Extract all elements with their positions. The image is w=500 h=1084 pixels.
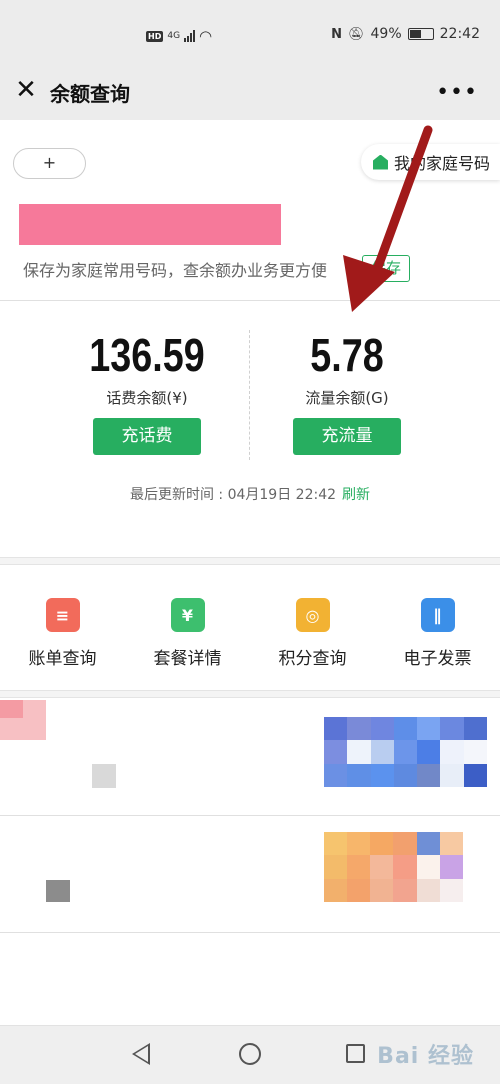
home-icon (372, 154, 388, 170)
promo-banner-image[interactable] (324, 717, 487, 787)
last-update-text: 最后更新时间 : 04月19日 22:42 (129, 487, 337, 503)
home-circle-icon[interactable] (239, 1043, 261, 1065)
recent-apps-icon[interactable] (346, 1044, 365, 1063)
invoice-icon: ∥ (420, 598, 455, 632)
data-balance-panel: 5.78 流量余额(G) 充流量 (222, 330, 472, 455)
promo-blurred-text (92, 764, 116, 788)
shortcut-bill[interactable]: ≡ 账单查询 (0, 598, 125, 669)
save-button[interactable]: 保存 (362, 255, 411, 282)
back-icon[interactable] (132, 1043, 150, 1065)
wifi-icon: ◠ (199, 27, 213, 45)
nfc-icon: N (331, 26, 342, 42)
shortcut-label: 积分查询 (278, 649, 347, 669)
refresh-link[interactable]: 刷新 (342, 487, 370, 503)
status-bar: HD 4G ◠ N 🔕︎ 49% 22:42 (0, 0, 500, 70)
list-divider (0, 815, 500, 816)
app-bar: ✕ 余额查询 ••• (0, 70, 500, 120)
more-options-button[interactable]: ••• (436, 80, 478, 105)
shortcut-invoice[interactable]: ∥ 电子发票 (375, 598, 500, 669)
promo-blurred-badge-inner (0, 700, 23, 718)
last-update: 最后更新时间 : 04月19日 22:42 刷新 (0, 484, 500, 504)
network-indicators: HD 4G ◠ (146, 27, 212, 45)
data-balance-value: 5.78 (310, 329, 384, 381)
page-title: 余额查询 (50, 82, 130, 106)
section-gap (0, 690, 500, 698)
package-icon: ¥ (170, 598, 205, 632)
shortcut-package[interactable]: ¥ 套餐详情 (125, 598, 250, 669)
mute-icon: 🔕︎ (348, 26, 365, 42)
phone-balance-value: 136.59 (89, 329, 205, 381)
system-indicators: N 🔕︎ 49% 22:42 (331, 26, 480, 42)
add-number-button[interactable]: + (13, 148, 86, 179)
family-number-label: 我的家庭号码 (393, 154, 490, 173)
points-icon: ◎ (295, 598, 330, 632)
bill-icon: ≡ (45, 598, 80, 632)
close-button[interactable]: ✕ (12, 76, 40, 104)
shortcut-points[interactable]: ◎ 积分查询 (250, 598, 375, 669)
recharge-data-button[interactable]: 充流量 (293, 418, 401, 455)
battery-percent: 49% (370, 26, 402, 42)
data-balance-label: 流量余额(G) (305, 389, 389, 407)
promo-banner-image[interactable] (324, 832, 463, 902)
shortcut-label: 电子发票 (403, 649, 472, 669)
clock: 22:42 (439, 26, 480, 42)
watermark-logo: Bai 经验 (377, 1044, 474, 1069)
section-divider (0, 300, 500, 301)
promo-blurred-text (46, 880, 70, 902)
network-generation: 4G (167, 31, 181, 41)
battery-icon (407, 28, 434, 40)
section-gap (0, 557, 500, 565)
family-number-tag[interactable]: 我的家庭号码 (360, 144, 500, 180)
signal-icon (184, 30, 196, 42)
hd-voice-icon: HD (146, 30, 164, 42)
phone-number-redacted (19, 204, 281, 245)
system-nav-bar: Bai 经验 (0, 1025, 500, 1084)
recharge-phone-button[interactable]: 充话费 (93, 418, 201, 455)
shortcut-label: 套餐详情 (153, 649, 222, 669)
shortcut-label: 账单查询 (28, 649, 97, 669)
list-divider (0, 932, 500, 933)
save-hint-text: 保存为家庭常用号码，查余额办业务更方便 (23, 261, 328, 280)
